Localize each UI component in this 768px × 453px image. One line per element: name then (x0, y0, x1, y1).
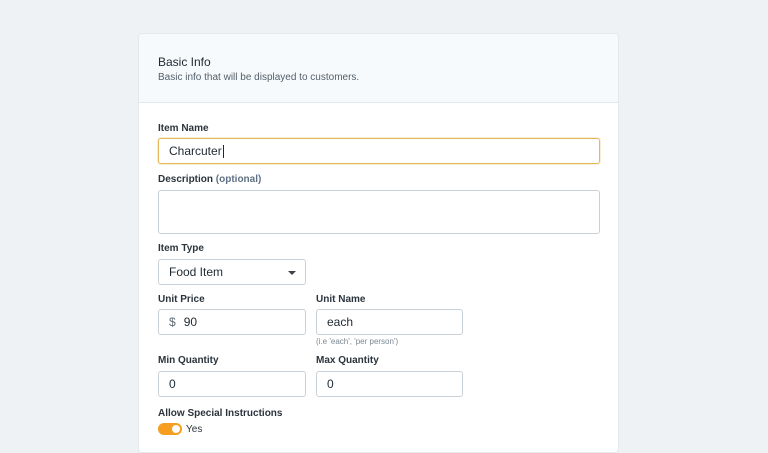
min-quantity-value: 0 (169, 377, 176, 391)
item-type-label: Item Type (158, 243, 204, 254)
max-quantity-input[interactable]: 0 (316, 371, 463, 397)
description-label: Description (optional) (158, 174, 261, 185)
currency-prefix: $ (169, 315, 176, 329)
special-instructions-label: Allow Special Instructions (158, 408, 283, 419)
text-cursor (222, 144, 224, 158)
special-instructions-toggle[interactable] (158, 423, 182, 435)
max-quantity-value: 0 (327, 377, 334, 391)
item-type-selected: Food Item (169, 265, 224, 279)
unit-price-value: 90 (183, 315, 198, 329)
toggle-yes-label: Yes (186, 424, 203, 435)
min-quantity-input[interactable]: 0 (158, 371, 306, 397)
unit-name-input[interactable]: each (316, 309, 463, 335)
unit-name-label: Unit Name (316, 294, 366, 305)
unit-name-hint: (i.e 'each', 'per person') (316, 337, 399, 346)
min-quantity-label: Min Quantity (158, 355, 219, 366)
section-title: Basic Info (158, 55, 211, 69)
caret-down-icon (288, 271, 296, 275)
unit-price-input[interactable]: $ 90 (158, 309, 306, 335)
basic-info-card: Basic Info Basic info that will be displ… (138, 33, 619, 453)
card-header: Basic Info Basic info that will be displ… (139, 34, 618, 103)
item-type-select[interactable]: Food Item (158, 259, 306, 285)
item-name-label: Item Name (158, 123, 209, 134)
unit-price-label: Unit Price (158, 294, 205, 305)
max-quantity-label: Max Quantity (316, 355, 379, 366)
unit-name-value: each (327, 315, 354, 329)
description-textarea[interactable] (158, 190, 600, 234)
item-name-value: Charcuter (169, 144, 222, 158)
item-name-input[interactable]: Charcuter (158, 138, 600, 164)
optional-tag: (optional) (215, 174, 262, 185)
description-label-text: Description (158, 174, 214, 185)
section-subtitle: Basic info that will be displayed to cus… (158, 72, 360, 83)
